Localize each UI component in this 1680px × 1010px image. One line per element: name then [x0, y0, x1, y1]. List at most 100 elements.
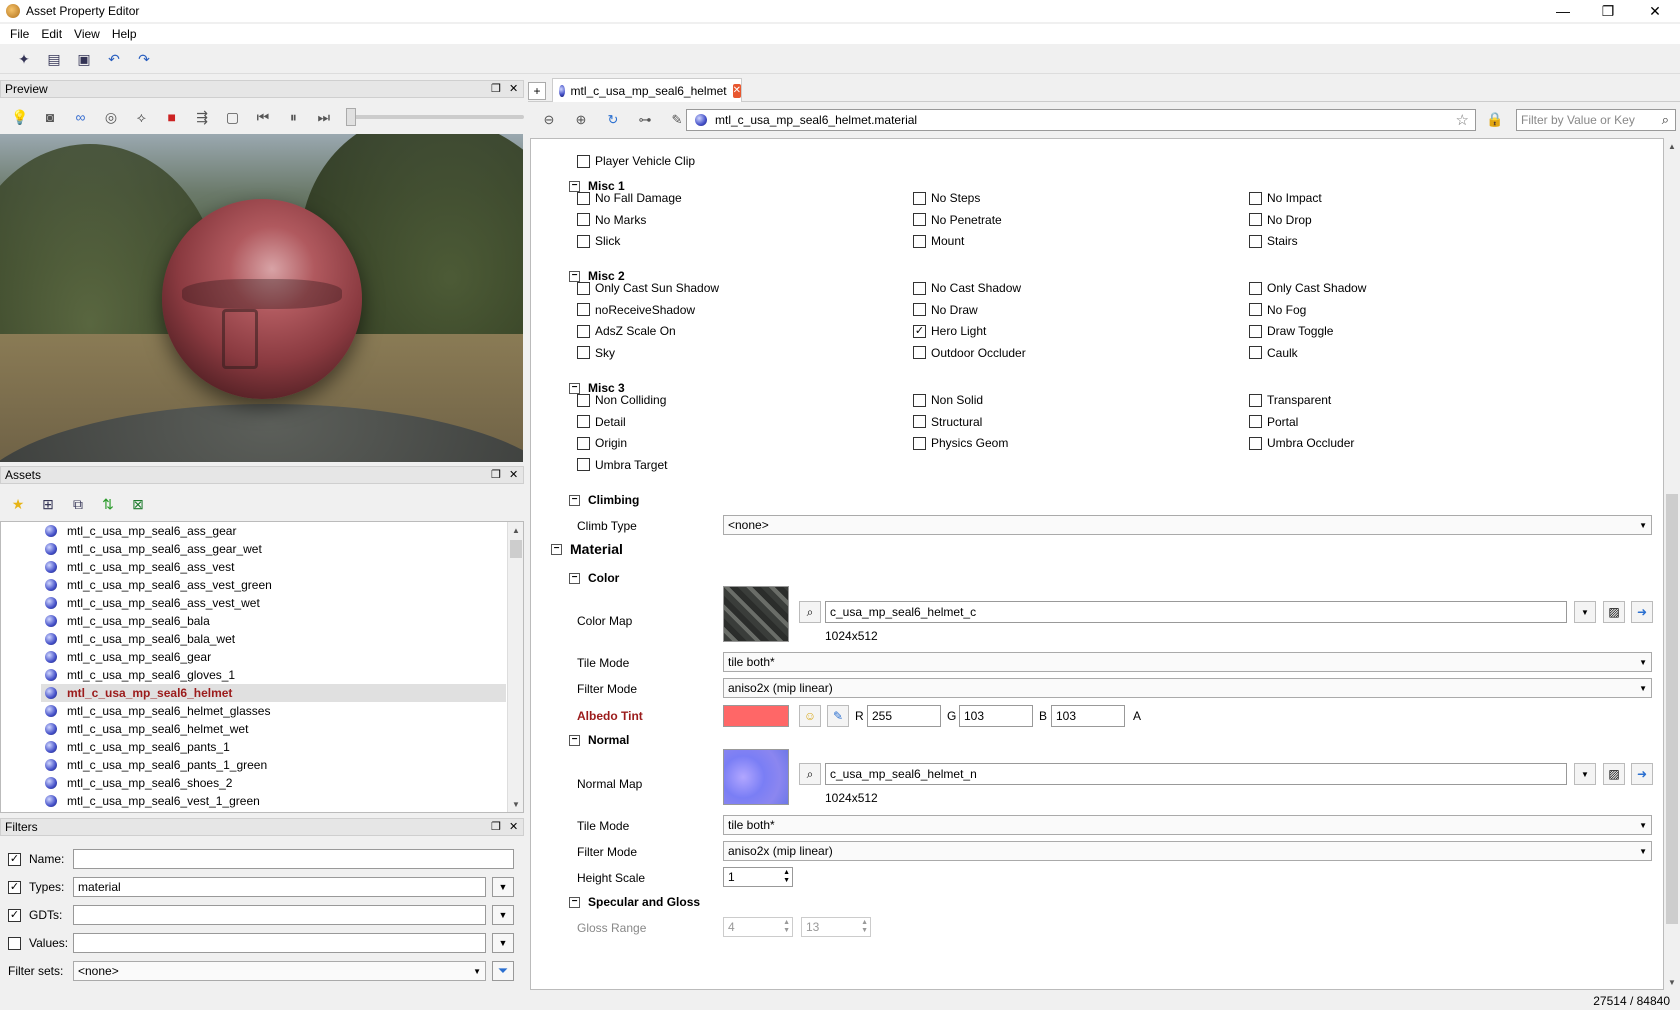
section-color[interactable]: − Color [569, 571, 619, 585]
float-pane-icon[interactable]: ❐ [491, 820, 501, 833]
scroll-thumb[interactable] [1666, 494, 1678, 924]
checkbox-box[interactable] [1249, 324, 1262, 338]
spin-arrows-icon[interactable]: ▲ ▼ [861, 919, 868, 935]
filter-by-key-input[interactable]: Filter by Value or Key ⌕ [1516, 109, 1676, 131]
checkbox-item[interactable]: Sky [577, 346, 615, 360]
g-input[interactable]: 103 [959, 705, 1033, 727]
height-scale-spinbox[interactable]: 1 ▲ ▼ [723, 867, 793, 887]
collapse-icon[interactable]: − [551, 543, 562, 555]
property-grid-scrollbar[interactable]: ▲ ▼ [1664, 138, 1680, 990]
list-item[interactable]: mtl_c_usa_mp_seal6_gloves_1 [1, 666, 523, 684]
color-picker-icon[interactable]: ☺ [799, 705, 821, 727]
list-item[interactable]: mtl_c_usa_mp_seal6_pants_1 [1, 738, 523, 756]
close-pane-icon[interactable]: ✕ [509, 820, 518, 833]
gloss-min-spinbox[interactable]: 4 ▲ ▼ [723, 917, 793, 937]
albedo-color-swatch[interactable] [723, 705, 789, 727]
chevron-down-icon[interactable]: ▼ [1574, 601, 1596, 623]
checkbox-item[interactable]: Transparent [1249, 393, 1331, 407]
gdts-checkbox[interactable]: ✓ [8, 908, 21, 922]
save-all-icon[interactable]: ▣ [74, 50, 94, 70]
scroll-up-arrow[interactable]: ▲ [508, 522, 523, 538]
list-item[interactable]: mtl_c_usa_mp_seal6_gear [1, 648, 523, 666]
bookmark-star-icon[interactable]: ☆ [1456, 111, 1469, 129]
checkbox-box[interactable] [577, 346, 590, 359]
close-button[interactable]: ✕ [1632, 0, 1678, 22]
list-item[interactable]: mtl_c_usa_mp_seal6_helmet_glasses [1, 702, 523, 720]
checkbox-item[interactable]: No Impact [1249, 191, 1322, 205]
tab-helmet-material[interactable]: mtl_c_usa_mp_seal6_helmet ✕ [552, 78, 742, 102]
link-icon[interactable]: ∞ [69, 106, 92, 128]
new-tab-button[interactable]: + [528, 82, 546, 100]
edit-icon[interactable]: ✎ [666, 109, 688, 131]
gdts-input[interactable] [73, 905, 486, 925]
undo-icon[interactable]: ↶ [104, 50, 124, 70]
collapse-icon[interactable]: − [569, 896, 580, 908]
lock-icon[interactable]: 🔒 [1486, 111, 1503, 128]
spin-arrows-icon[interactable]: ▲ ▼ [783, 869, 790, 885]
goto-arrow-icon[interactable]: ➜ [1631, 763, 1653, 785]
checkbox-item[interactable]: Physics Geom [913, 436, 1008, 450]
copy-asset-icon[interactable]: ⧉ [68, 494, 88, 514]
hierarchy-icon[interactable]: ⊶ [634, 109, 656, 131]
scroll-up-arrow[interactable]: ▲ [1664, 138, 1680, 154]
climb-type-combo[interactable]: <none> ▼ [723, 515, 1652, 535]
types-input[interactable]: material [73, 877, 486, 897]
checkbox-box[interactable] [577, 458, 590, 471]
collapse-icon[interactable]: − [569, 382, 580, 394]
forward-icon[interactable]: ⊕ [570, 109, 592, 131]
name-checkbox[interactable]: ✓ [8, 852, 21, 866]
checkbox-box[interactable] [1249, 436, 1262, 450]
filter-funnel-icon[interactable]: ⏷ [492, 961, 514, 981]
checkbox-item[interactable]: No Steps [913, 191, 980, 205]
section-normal[interactable]: − Normal [569, 733, 629, 747]
browse-search-icon[interactable]: ⌕ [799, 763, 821, 785]
normal-filter-mode-combo[interactable]: aniso2x (mip linear) ▼ [723, 841, 1652, 861]
checkbox-box[interactable] [913, 415, 926, 428]
minimize-button[interactable]: — [1540, 0, 1586, 22]
checkbox-box[interactable] [913, 234, 926, 248]
checkbox-box[interactable] [913, 346, 926, 359]
color-map-field[interactable]: c_usa_mp_seal6_helmet_c [825, 601, 1567, 623]
checkbox-item[interactable]: No Cast Shadow [913, 281, 1021, 295]
menu-view[interactable]: View [68, 27, 106, 41]
menu-help[interactable]: Help [106, 27, 143, 41]
skip-forward-icon[interactable]: ⏭ [312, 106, 335, 128]
scroll-down-arrow[interactable]: ▼ [508, 796, 523, 812]
favorite-star-icon[interactable]: ★ [8, 494, 28, 514]
checkbox-box[interactable] [913, 393, 926, 407]
list-item[interactable]: mtl_c_usa_mp_seal6_pants_1_green [1, 756, 523, 774]
checkbox-box[interactable] [913, 213, 926, 226]
list-item[interactable]: mtl_c_usa_mp_seal6_bala [1, 612, 523, 630]
close-tab-icon[interactable]: ✕ [732, 83, 741, 98]
types-checkbox[interactable]: ✓ [8, 880, 21, 894]
checkbox-item[interactable]: noReceiveShadow [577, 303, 695, 317]
slider-thumb[interactable] [346, 108, 357, 126]
normal-map-field[interactable]: c_usa_mp_seal6_helmet_n [825, 763, 1567, 785]
checkbox-item[interactable]: No Fog [1249, 303, 1306, 317]
redo-icon[interactable]: ↷ [134, 50, 154, 70]
checkbox-box[interactable] [1249, 303, 1262, 316]
values-dropdown-button[interactable]: ▼ [492, 933, 514, 953]
list-item[interactable]: mtl_c_usa_mp_seal6_ass_vest_green [1, 576, 523, 594]
checkbox-item[interactable]: Non Solid [913, 393, 983, 407]
close-pane-icon[interactable]: ✕ [509, 82, 518, 95]
types-dropdown-button[interactable]: ▼ [492, 877, 514, 897]
pause-icon[interactable]: ⏸ [282, 106, 305, 128]
checkbox-item[interactable]: AdsZ Scale On [577, 324, 676, 338]
checkbox-box[interactable] [577, 324, 590, 338]
model-icon[interactable]: ■ [160, 106, 183, 128]
checkbox-box[interactable] [577, 213, 590, 226]
collapse-icon[interactable]: − [569, 494, 580, 506]
checkbox-item[interactable]: Structural [913, 415, 982, 429]
values-checkbox[interactable] [8, 936, 21, 950]
normal-tile-mode-combo[interactable]: tile both* ▼ [723, 815, 1652, 835]
search-icon[interactable]: ⌕ [1662, 112, 1669, 128]
checkbox-box[interactable] [1249, 281, 1262, 295]
checkbox-item[interactable]: Mount [913, 234, 964, 248]
r-input[interactable]: 255 [867, 705, 941, 727]
checkbox-box[interactable] [1249, 234, 1262, 248]
player-vehicle-clip-checkbox[interactable]: Player Vehicle Clip [577, 154, 695, 168]
section-specular-gloss[interactable]: − Specular and Gloss [569, 895, 700, 909]
timeline-slider[interactable] [346, 108, 525, 126]
collapse-icon[interactable]: − [569, 270, 580, 282]
